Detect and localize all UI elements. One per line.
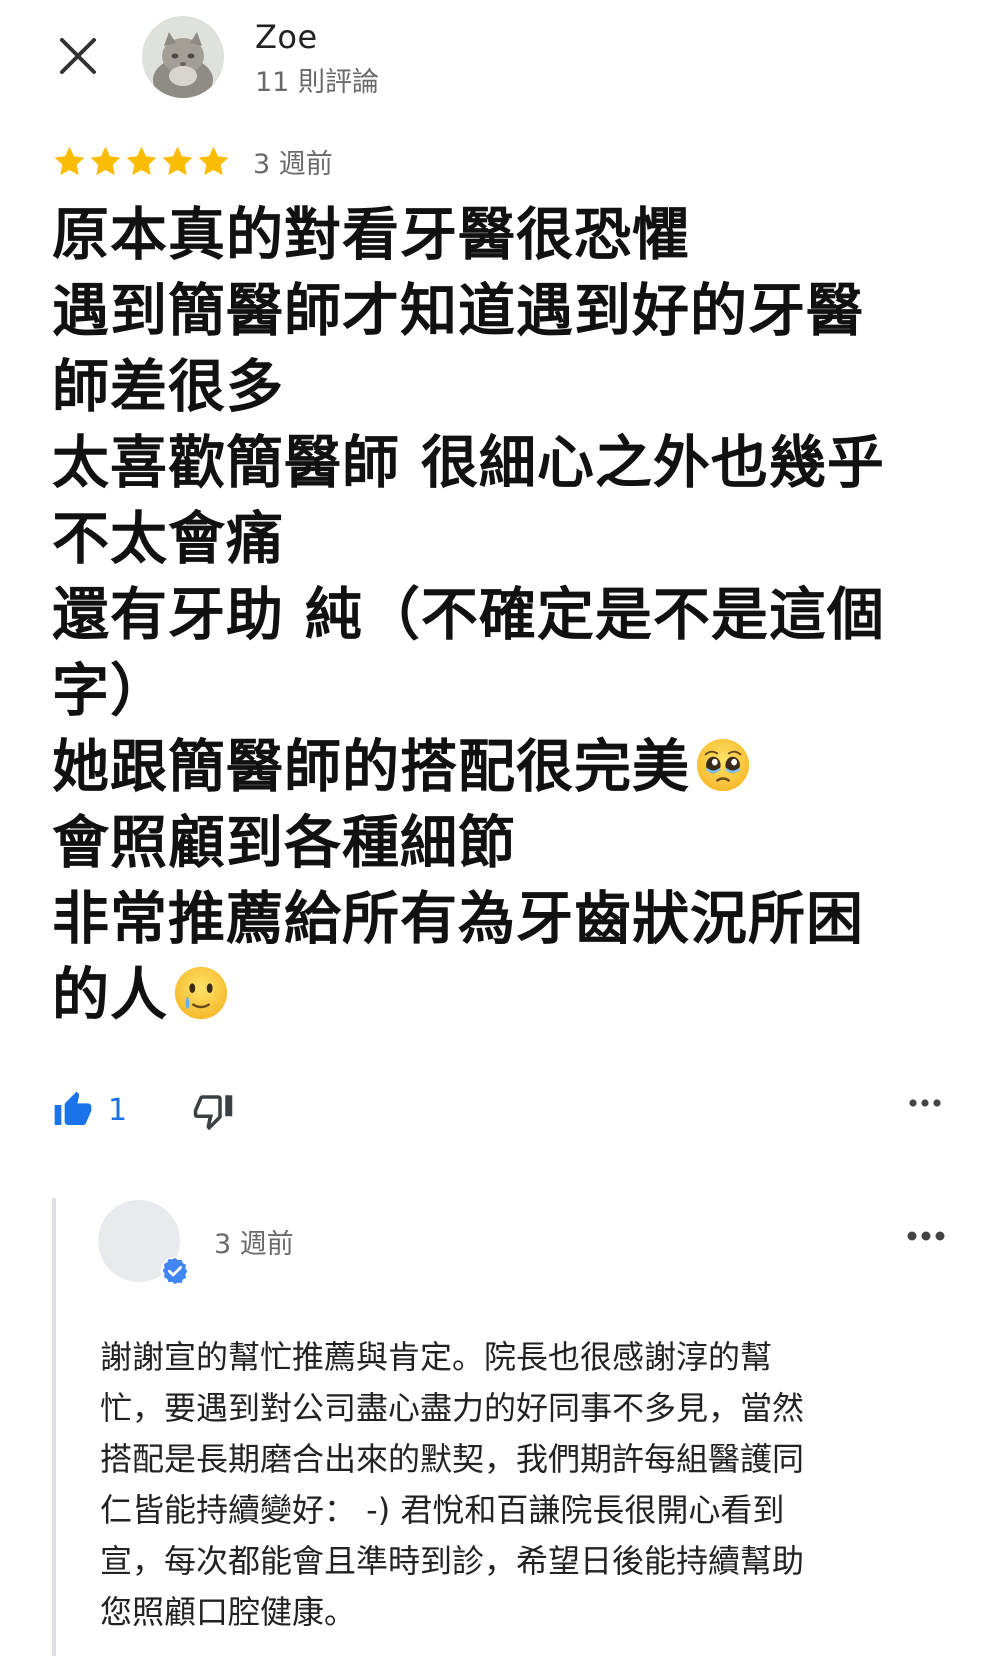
pleading-face-emoji-icon (696, 738, 750, 792)
review-line: 非常推薦給所有為牙齒狀況所困 (52, 886, 864, 952)
reply-line: 搭配是長期磨合出來的默契，我們期許每組醫護同 (100, 1440, 805, 1478)
star-icon (162, 146, 193, 175)
star-icon (126, 146, 157, 175)
review-line: 師差很多 (52, 354, 284, 420)
reply-line: 忙，要遇到對公司盡心盡力的好同事不多見，當然 (100, 1389, 805, 1427)
reply-text: 謝謝宣的幫忙推薦與肯定。院長也很感謝淳的幫 忙，要遇到對公司盡心盡力的好同事不多… (100, 1332, 930, 1638)
like-button[interactable]: 1 (52, 1090, 127, 1130)
review-line: 會照顧到各種細節 (52, 810, 516, 876)
close-icon (60, 38, 96, 74)
star-icon (90, 146, 121, 175)
review-line-text: 的人 (52, 962, 168, 1028)
star-rating (52, 144, 231, 179)
owner-reply: 3 週前 謝謝宣的幫忙推薦與肯定。院長也很感謝淳的幫 忙，要遇到對公司盡心盡力的… (52, 1198, 946, 1656)
review-line: 還有牙助 純（不確定是不是這個 (52, 582, 885, 648)
close-button[interactable] (56, 34, 100, 78)
reply-line: 謝謝宣的幫忙推薦與肯定。院長也很感謝淳的幫 (100, 1338, 773, 1376)
reviewer-name[interactable]: Zoe (255, 18, 318, 56)
cat-avatar-image (142, 16, 224, 98)
review-text: 原本真的對看牙醫很恐懼 遇到簡醫師才知道遇到好的牙醫 師差很多 太喜歡簡醫師 很… (52, 197, 942, 1033)
thumbs-up-icon (54, 1091, 92, 1125)
review-time: 3 週前 (253, 148, 333, 180)
review-actions: 1 (52, 1090, 942, 1140)
reply-time: 3 週前 (214, 1229, 294, 1260)
review-line: 遇到簡醫師才知道遇到好的牙醫 (52, 278, 864, 344)
reviewer-avatar[interactable] (142, 16, 224, 98)
star-icon (198, 146, 229, 175)
verified-badge-icon (160, 1256, 190, 1286)
review-line-with-emoji: 她跟簡醫師的搭配很完美 (52, 729, 942, 805)
rating-row: 3 週前 (52, 143, 333, 180)
more-icon (907, 1231, 945, 1241)
dislike-button[interactable] (192, 1090, 234, 1136)
reply-more-options-button[interactable] (906, 1228, 946, 1247)
smiling-face-with-tear-emoji-icon (174, 966, 228, 1020)
review-line: 字） (52, 658, 168, 724)
review-line: 太喜歡簡醫師 很細心之外也幾乎 (52, 430, 885, 496)
thumbs-down-icon (193, 1095, 233, 1131)
review-line: 原本真的對看牙醫很恐懼 (52, 202, 690, 268)
like-count: 1 (108, 1092, 128, 1128)
reviewer-review-count: 11 則評論 (255, 67, 379, 98)
review-line-text: 她跟簡醫師的搭配很完美 (52, 734, 690, 800)
review-header: Zoe 11 則評論 (0, 0, 990, 110)
review-more-options-button[interactable] (908, 1094, 942, 1113)
more-icon (909, 1099, 941, 1107)
reply-line: 仁皆能持續變好： -) 君悅和百謙院長很開心看到 (100, 1491, 785, 1529)
star-icon (54, 146, 85, 175)
review-line-with-emoji: 的人 (52, 957, 942, 1033)
reply-line: 宣，每次都能會且準時到診，希望日後能持續幫助 (100, 1542, 805, 1580)
reply-line: 您照顧口腔健康。 (100, 1593, 357, 1631)
review-line: 不太會痛 (52, 506, 284, 572)
